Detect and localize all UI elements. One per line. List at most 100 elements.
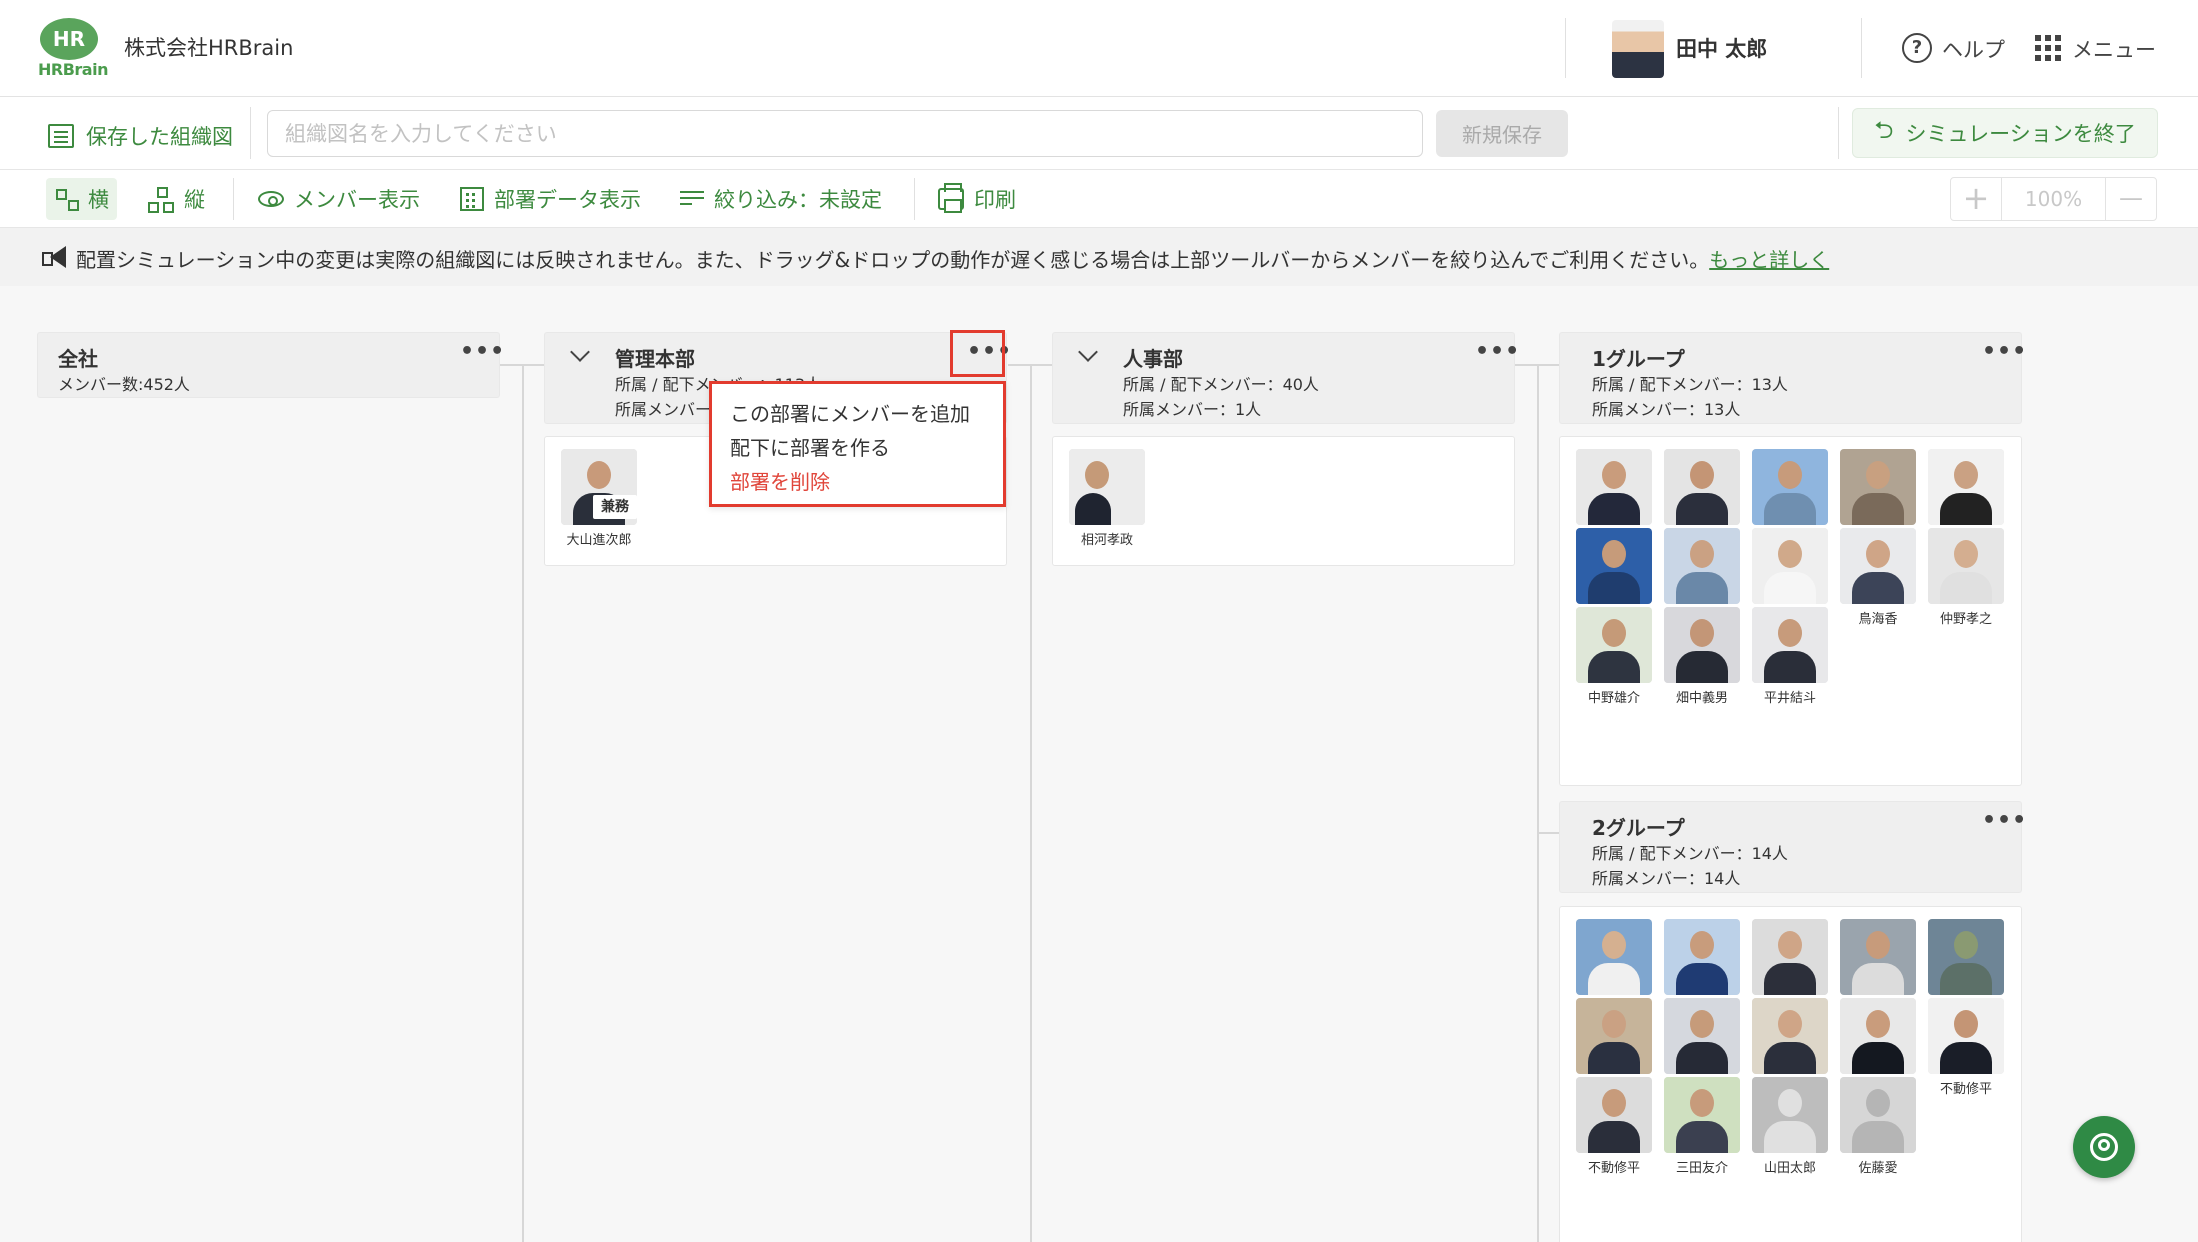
dept-name: 人事部 [1123,347,1183,371]
dept-card-group1[interactable]: 1グループ 所属 / 配下メンバー：13人 所属メンバー：13人 ••• [1559,332,2026,424]
megaphone-icon [42,246,68,268]
dept-data-display-label: 部署データ表示 [494,188,641,212]
grid-menu-icon[interactable] [2035,35,2061,61]
member-photo [1840,528,1916,604]
member-card[interactable]: 鳥海香 [1840,528,1916,627]
member-display-button[interactable]: メンバー表示 [250,178,428,220]
vertical-layout-button[interactable]: 縦 [140,178,213,220]
notice-message: 配置シミュレーション中の変更は実際の組織図には反映されません。また、ドラッグ&ド… [76,248,1710,272]
member-card[interactable]: 佐藤愛 [1840,1077,1916,1176]
more-options-icon[interactable]: ••• [1982,810,2027,832]
hrbrain-logo[interactable]: HR HRBrain [36,18,108,80]
member-photo [1576,998,1652,1074]
member-photo: 兼務 [561,449,637,525]
member-photo [1752,607,1828,683]
create-sub-dept-menu-item[interactable]: 配下に部署を作る [730,432,890,461]
member-card[interactable]: 山田太郎 [1752,1077,1828,1176]
dept-name: 管理本部 [615,347,695,371]
member-card[interactable]: 三田友介 [1664,1077,1740,1176]
print-button[interactable]: 印刷 [930,178,1024,220]
member-photo [1840,919,1916,995]
connector-line [1537,366,1539,1242]
member-name: 畑中義男 [1675,691,1728,706]
company-name: 株式会社HRBrain [124,36,294,60]
connector-line [522,366,524,1242]
add-member-menu-item[interactable]: この部署にメンバーを追加 [730,398,970,427]
member-name: 平井結斗 [1763,691,1816,706]
chevron-down-icon[interactable] [570,342,590,362]
header-divider [1565,18,1566,78]
dept-direct-members: 所属メンバー：13人 [1592,400,1741,419]
member-name: 仲野孝之 [1939,612,1992,627]
end-simulation-button[interactable]: ⮌ シミュレーションを終了 [1852,108,2158,158]
help-link[interactable]: ヘルプ [1942,34,2005,64]
filter-button[interactable]: 絞り込み：未設定 [672,178,890,220]
chart-name-input[interactable] [267,110,1423,157]
member-photo [1752,919,1828,995]
dept-total-members: 所属 / 配下メンバー：13人 [1592,375,1788,394]
member-card[interactable]: 不動修平 [1928,998,2004,1097]
notice-bar: 配置シミュレーション中の変更は実際の組織図には反映されません。また、ドラッグ&ド… [0,228,2198,286]
new-save-button[interactable]: 新規保存 [1436,110,1568,157]
toolbar: 横 縦 メンバー表示 部署データ表示 絞り込み：未設定 印刷 + 100% — [0,170,2198,228]
zoom-in-button[interactable]: + [1951,178,2001,220]
learn-more-link[interactable]: もっと詳しく [1709,248,1829,272]
saved-charts-label: 保存した組織図 [86,125,233,149]
dept-data-display-button[interactable]: 部署データ表示 [452,178,649,220]
member-card[interactable]: 畑中義男 [1664,607,1740,706]
end-simulation-label: シミュレーションを終了 [1905,122,2136,146]
help-icon[interactable]: ? [1902,33,1932,63]
dept-options-highlight[interactable] [950,330,1005,377]
print-label: 印刷 [974,188,1016,212]
member-card[interactable]: 兼務 大山進次郎 [561,449,637,548]
zoom-out-button[interactable]: — [2106,178,2156,220]
member-name: 山田太郎 [1763,1161,1816,1176]
dept-card-group2[interactable]: 2グループ 所属 / 配下メンバー：14人 所属メンバー：14人 ••• [1559,801,2026,893]
member-name: 三田友介 [1675,1161,1728,1176]
saved-charts-button[interactable]: 保存した組織図 [48,121,233,151]
member-photo [1928,919,2004,995]
member-photo [1576,607,1652,683]
notice-text: 配置シミュレーション中の変更は実際の組織図には反映されません。また、ドラッグ&ド… [76,244,1829,273]
more-options-icon[interactable]: ••• [460,341,505,363]
dept-name: 2グループ [1592,816,1685,840]
dept-card-root[interactable]: 全社 メンバー数:452人 ••• [37,332,504,398]
concurrent-badge: 兼務 [593,495,637,519]
more-options-icon[interactable]: ••• [1982,341,2027,363]
chevron-down-icon[interactable] [1078,342,1098,362]
member-card[interactable]: 相河孝政 [1069,449,1145,548]
member-photo [1069,449,1145,525]
member-card[interactable]: 中野雄介 [1576,607,1652,706]
member-name: 鳥海香 [1858,612,1898,627]
member-name: 大山進次郎 [566,533,632,548]
menu-link[interactable]: メニュー [2072,34,2156,64]
member-card[interactable]: 平井結斗 [1752,607,1828,706]
filter-icon [680,191,704,207]
member-box-group1: 石井律大山進次郎河野純也小林和真小林咲真田学島田莉子菅原結菜鳥海香仲野孝之中野雄… [1559,436,2022,786]
member-photo [1664,1077,1740,1153]
dept-total-members: 所属 / 配下メンバー：14人 [1592,844,1788,863]
user-name[interactable]: 田中 太郎 [1676,33,1767,63]
member-box-group2: 上田陸大田陽太小川蒼片野英雄根本匠高橋遊里中尾莉緒永井沙織野里結城不動修平不動修… [1559,906,2022,1242]
member-photo [1840,998,1916,1074]
member-photo [1928,528,2004,604]
divider [233,178,234,220]
divider [250,107,251,159]
more-options-icon[interactable]: ••• [1475,341,1520,363]
dept-name: 全社 [58,347,98,371]
logo-bubble: HR [40,18,98,60]
member-photo [1576,528,1652,604]
delete-dept-menu-item[interactable]: 部署を削除 [730,466,830,495]
member-photo [1752,1077,1828,1153]
member-card[interactable]: 不動修平 [1576,1077,1652,1176]
org-chart-canvas[interactable]: 全社 メンバー数:452人 ••• 管理本部 所属 / 配下メンバー：113人 … [0,286,2198,1242]
dept-card-jinji[interactable]: 人事部 所属 / 配下メンバー：40人 所属メンバー：1人 ••• [1052,332,1519,424]
member-name: 不動修平 [1939,1082,1992,1097]
member-display-label: メンバー表示 [294,188,420,212]
horizontal-layout-button[interactable]: 横 [46,178,117,220]
floating-user-button[interactable] [2073,1116,2135,1178]
member-name: 佐藤愛 [1858,1161,1898,1176]
user-avatar[interactable] [1612,20,1664,78]
member-card[interactable]: 仲野孝之 [1928,528,2004,627]
member-name: 相河孝政 [1080,533,1133,548]
